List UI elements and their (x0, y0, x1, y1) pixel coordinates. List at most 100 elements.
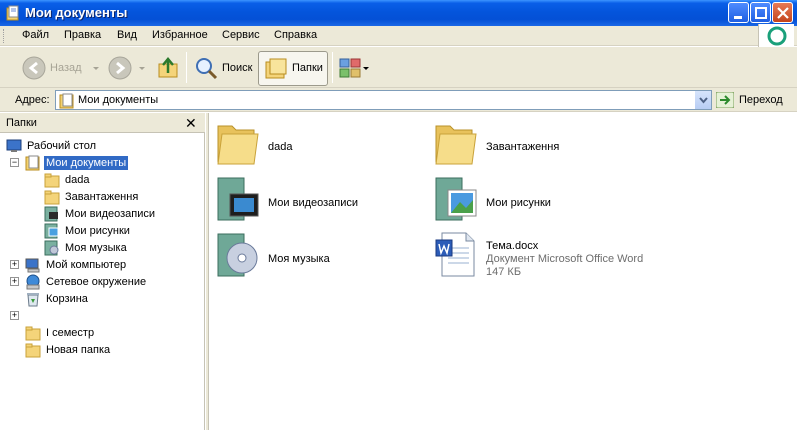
chevron-down-icon[interactable] (136, 63, 148, 73)
file-item-my-music[interactable]: Моя музыка (214, 230, 414, 280)
file-name: Завантаження (486, 141, 560, 153)
toolbar-separator (186, 52, 187, 83)
tree-item-my-computer[interactable]: Мой компьютер (25, 256, 128, 273)
pictures-folder-icon (44, 223, 59, 238)
windows-flag-icon (767, 26, 787, 46)
back-arrow-icon (22, 56, 46, 80)
menu-bar: Файл Правка Вид Избранное Сервис Справка (0, 26, 797, 46)
views-button[interactable] (338, 52, 370, 84)
tree-item-new-folder[interactable]: Новая папка (25, 341, 112, 358)
expand-icon[interactable]: + (10, 260, 19, 269)
menu-file[interactable]: Файл (22, 29, 49, 41)
my-documents-icon (25, 155, 40, 170)
tree-item-label: Моя музыка (65, 241, 127, 254)
file-list: dada Завантаження Мои видеозаписи Мои ри… (210, 113, 797, 430)
tree-item-label: Рабочий стол (27, 139, 97, 152)
tree-item-my-music[interactable]: Моя музыка (44, 239, 129, 256)
menu-tools[interactable]: Сервис (222, 29, 260, 41)
up-folder-icon (158, 57, 178, 78)
close-icon (777, 7, 789, 19)
pane-splitter[interactable] (205, 113, 209, 430)
folders-label: Папки (292, 62, 323, 74)
video-folder-icon (44, 206, 58, 221)
tree-item-my-pictures[interactable]: Мои рисунки (44, 222, 132, 239)
pictures-folder-icon (435, 177, 477, 221)
folder-icon (44, 173, 60, 187)
menu-view[interactable]: Вид (117, 29, 137, 41)
title-bar[interactable]: Мои документы (0, 0, 797, 26)
file-item-dada[interactable]: dada (214, 118, 414, 168)
back-label: Назад (50, 62, 82, 74)
tree-item-my-videos[interactable]: Мои видеозаписи (44, 205, 157, 222)
network-icon (26, 274, 40, 289)
address-label: Адрес: (15, 94, 50, 106)
go-label: Переход (739, 94, 783, 106)
minimize-button[interactable] (728, 2, 749, 23)
recycle-bin-icon (27, 292, 39, 306)
views-icon (339, 58, 361, 78)
close-icon[interactable]: ✕ (185, 115, 197, 132)
folder-icon (44, 190, 60, 204)
chevron-down-icon[interactable] (90, 63, 102, 73)
address-input[interactable]: Мои документы (55, 90, 712, 110)
my-documents-icon (6, 5, 19, 21)
file-name: Мои видеозаписи (268, 197, 359, 209)
tree-item-semester[interactable]: I семестр (25, 324, 96, 341)
collapse-icon[interactable]: − (10, 158, 19, 167)
tree-item-desktop[interactable]: Рабочий стол (6, 137, 98, 154)
tree-item-dada[interactable]: dada (44, 171, 91, 188)
chevron-down-icon[interactable] (362, 63, 370, 73)
file-item-tema-docx[interactable]: Тема.docx Документ Microsoft Office Word… (432, 230, 662, 280)
windows-logo (758, 24, 794, 48)
tree-item-label: Мои документы (44, 155, 129, 170)
tree-item-label: Мой компьютер (46, 258, 127, 271)
tree-item-my-documents[interactable]: Мои документы (25, 154, 129, 171)
folder-icon (25, 343, 41, 357)
maximize-icon (755, 7, 767, 19)
menu-help[interactable]: Справка (274, 29, 317, 41)
address-bar: Адрес: Мои документы Переход (0, 88, 797, 112)
go-button[interactable]: Переход (716, 92, 783, 108)
file-item-my-pictures[interactable]: Мои рисунки (432, 174, 632, 224)
file-item-my-videos[interactable]: Мои видеозаписи (214, 174, 414, 224)
search-icon (196, 58, 218, 80)
toolbar-grip[interactable] (3, 29, 6, 43)
close-button[interactable] (772, 2, 793, 23)
address-value: Мои документы (78, 94, 159, 106)
menu-edit[interactable]: Правка (64, 29, 101, 41)
back-button[interactable]: Назад (22, 52, 102, 84)
toolbar-separator (332, 52, 333, 83)
tree-item-recycle-bin[interactable]: Корзина (25, 290, 90, 307)
file-type: Документ Microsoft Office Word (486, 253, 644, 265)
search-label: Поиск (222, 62, 253, 74)
tree-item-label: Мои видеозаписи (65, 207, 156, 220)
folders-button-content[interactable]: Папки (264, 52, 323, 84)
maximize-button[interactable] (750, 2, 771, 23)
up-folder-button[interactable] (156, 52, 180, 84)
forward-arrow-icon (108, 56, 132, 80)
tree-item-label: I семестр (46, 326, 95, 339)
music-folder-icon (217, 233, 258, 277)
folder-icon (25, 326, 41, 340)
expand-icon[interactable]: + (10, 277, 19, 286)
folders-icon (265, 58, 287, 79)
folder-icon (217, 125, 259, 165)
tree-item-downloads[interactable]: Завантаження (44, 188, 140, 205)
tree-item-label: Мои рисунки (65, 224, 130, 237)
file-name: Тема.docx (486, 240, 539, 252)
go-arrow-icon (716, 92, 734, 108)
tree-item-network[interactable]: Сетевое окружение (25, 273, 148, 290)
tree-item-label: dada (65, 173, 90, 186)
expand-icon[interactable]: + (10, 311, 19, 320)
file-name: Мои рисунки (486, 197, 551, 209)
file-item-downloads[interactable]: Завантаження (432, 118, 632, 168)
address-dropdown-button[interactable] (694, 91, 711, 109)
forward-button[interactable] (108, 52, 148, 84)
window-title: Мои документы (25, 5, 128, 20)
word-document-icon (435, 232, 475, 277)
menu-favorites[interactable]: Избранное (152, 29, 208, 41)
search-button[interactable]: Поиск (194, 52, 252, 84)
tree-item-label: Завантаження (65, 190, 139, 203)
video-folder-icon (217, 177, 259, 221)
file-name: dada (268, 141, 293, 153)
